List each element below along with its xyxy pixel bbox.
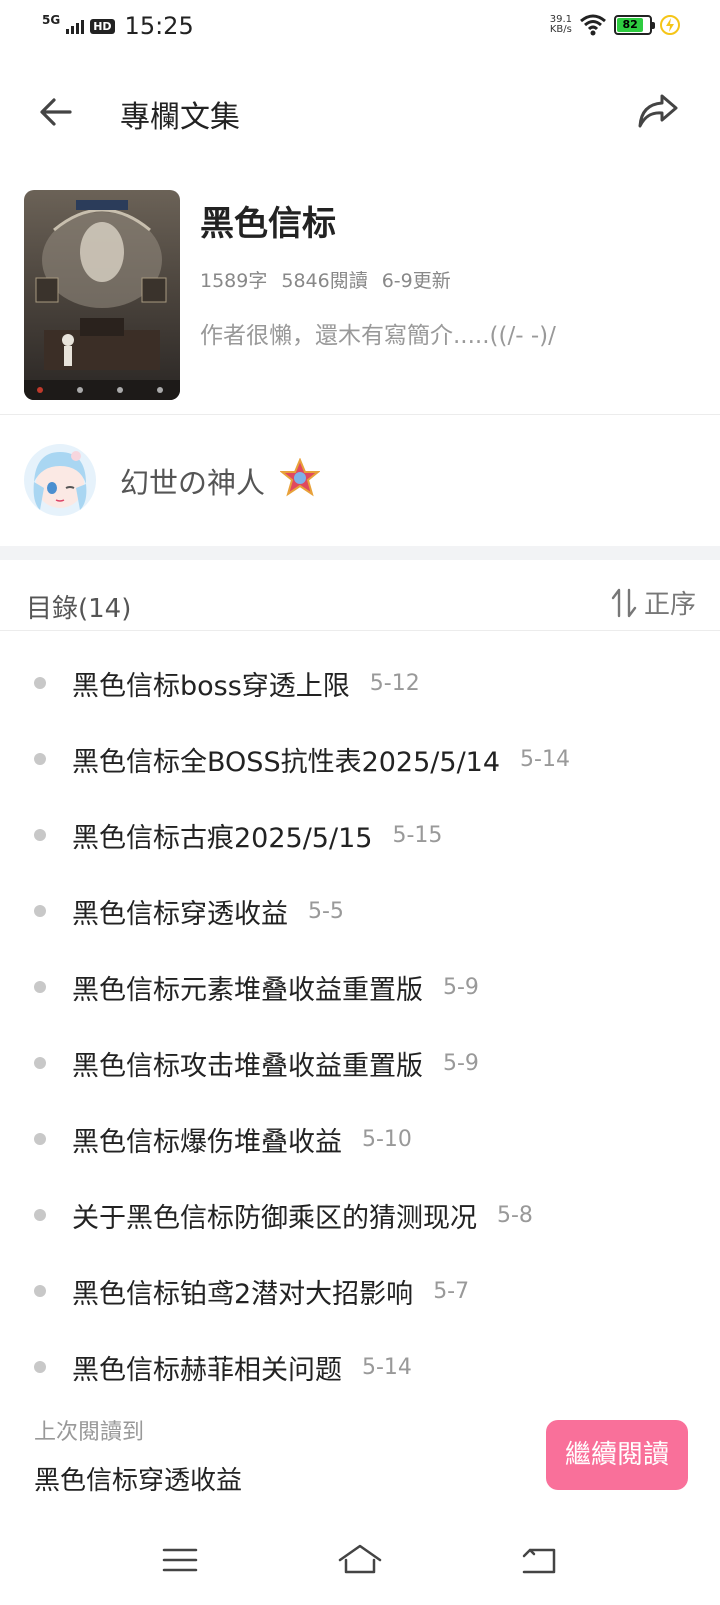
bullet-dot <box>34 1057 46 1069</box>
app-header: 專欄文集 <box>0 72 720 152</box>
charging-icon <box>660 15 680 35</box>
bullet-dot <box>34 677 46 689</box>
article-title: 黑色信标古痕2025/5/15 <box>72 822 373 854</box>
status-right: 39.1 KB/s 82 <box>550 14 680 36</box>
toc-title: 目錄(14) <box>26 594 132 624</box>
list-item[interactable]: 黑色信标铂鸢2潜对大招影响 5-7 <box>0 1253 720 1329</box>
menu-icon[interactable] <box>156 1540 204 1580</box>
update-date: 6-9更新 <box>381 270 451 292</box>
bullet-dot <box>34 829 46 841</box>
book-description: 作者很懶，還木有寫簡介.....((/- -)/ <box>200 323 556 349</box>
resume-article-title[interactable]: 黑色信标穿透收益 <box>34 1460 242 1497</box>
article-date: 5-10 <box>362 1126 412 1152</box>
list-item[interactable]: 黑色信标boss穿透上限 5-12 <box>0 645 720 721</box>
bullet-dot <box>34 1361 46 1373</box>
bullet-dot <box>34 905 46 917</box>
share-icon[interactable] <box>636 90 680 132</box>
list-item[interactable]: 黑色信标元素堆叠收益重置版 5-9 <box>0 949 720 1025</box>
wifi-icon <box>580 14 606 36</box>
article-date: 5-15 <box>392 822 443 848</box>
status-time: 15:25 <box>124 12 194 40</box>
author-row[interactable]: 幻世の神人 <box>24 440 704 520</box>
book-title: 黑色信标 <box>200 204 336 244</box>
list-item[interactable]: 黑色信标赫菲相关问题 5-14 <box>0 1329 720 1405</box>
article-title: 黑色信标boss穿透上限 <box>72 670 350 702</box>
author-badge-icon <box>280 458 320 497</box>
article-title: 黑色信标攻击堆叠收益重置版 <box>72 1050 423 1082</box>
status-left: 5G HD 15:25 <box>42 12 194 40</box>
bullet-dot <box>34 981 46 993</box>
list-item[interactable]: 黑色信标全BOSS抗性表2025/5/14 5-14 <box>0 721 720 797</box>
article-title: 黑色信标穿透收益 <box>72 898 288 930</box>
word-count: 1589字 <box>200 270 268 292</box>
article-title: 黑色信标赫菲相关问题 <box>72 1354 342 1386</box>
bullet-dot <box>34 1209 46 1221</box>
divider <box>0 414 720 415</box>
signal-icon <box>66 18 85 34</box>
toc-header: 目錄(14) 正序 <box>0 570 720 644</box>
bullet-dot <box>34 1285 46 1297</box>
battery-icon: 82 <box>614 15 655 35</box>
article-date: 5-14 <box>362 1354 412 1380</box>
list-item[interactable]: 黑色信标穿透收益 5-5 <box>0 873 720 949</box>
continue-reading-button[interactable]: 繼續閱讀 <box>546 1420 688 1490</box>
resume-label: 上次閱讀到 <box>34 1420 145 1445</box>
bullet-dot <box>34 753 46 765</box>
article-date: 5-9 <box>443 974 479 1000</box>
back-arrow-icon[interactable] <box>36 92 76 132</box>
net-speed: 39.1 KB/s <box>550 15 572 35</box>
list-item[interactable]: 黑色信标爆伤堆叠收益 5-10 <box>0 1101 720 1177</box>
article-title: 黑色信标元素堆叠收益重置版 <box>72 974 423 1006</box>
book-info: 黑色信标 1589字 5846閱讀 6-9更新 作者很懶，還木有寫簡介.....… <box>24 190 704 400</box>
bullet-dot <box>34 1133 46 1145</box>
article-title: 关于黑色信标防御乘区的猜测现况 <box>72 1202 477 1234</box>
toc-list: 黑色信标boss穿透上限 5-12 黑色信标全BOSS抗性表2025/5/14 … <box>0 645 720 1405</box>
network-type: 5G <box>42 13 61 27</box>
article-date: 5-5 <box>308 898 344 924</box>
sort-toggle[interactable]: 正序 <box>610 584 696 621</box>
article-date: 5-8 <box>497 1202 533 1228</box>
hd-icon: HD <box>90 18 115 34</box>
resume-bar: 上次閱讀到 黑色信标穿透收益 繼續閱讀 <box>0 1400 720 1500</box>
author-name[interactable]: 幻世の神人 <box>120 460 265 502</box>
article-date: 5-9 <box>443 1050 479 1076</box>
article-date: 5-12 <box>369 670 420 696</box>
list-item[interactable]: 黑色信标古痕2025/5/15 5-15 <box>0 797 720 873</box>
divider <box>0 630 720 631</box>
article-date: 5-14 <box>520 746 570 772</box>
article-title: 黑色信标爆伤堆叠收益 <box>72 1126 342 1158</box>
list-item[interactable]: 关于黑色信标防御乘区的猜测现况 5-8 <box>0 1177 720 1253</box>
net-speed-unit: KB/s <box>549 24 572 35</box>
article-title: 黑色信标铂鸢2潜对大招影响 <box>72 1278 414 1310</box>
cover-art-image <box>24 190 180 400</box>
back-nav-icon[interactable] <box>516 1540 564 1580</box>
page-title: 專欄文集 <box>120 100 240 135</box>
section-gap <box>0 546 720 560</box>
book-meta: 1589字 5846閱讀 6-9更新 <box>200 266 451 293</box>
home-icon[interactable] <box>336 1540 384 1580</box>
author-avatar[interactable] <box>24 444 96 516</box>
avatar-image <box>24 444 96 516</box>
system-nav-bar <box>0 1530 720 1605</box>
book-cover[interactable] <box>24 190 180 400</box>
article-title: 黑色信标全BOSS抗性表2025/5/14 <box>72 746 501 778</box>
article-date: 5-7 <box>433 1278 470 1304</box>
list-item[interactable]: 黑色信标攻击堆叠收益重置版 5-9 <box>0 1025 720 1101</box>
read-count: 5846閱讀 <box>281 270 368 292</box>
status-bar: 5G HD 15:25 39.1 KB/s 82 <box>0 0 720 56</box>
sort-icon <box>611 588 637 617</box>
sort-label: 正序 <box>643 590 696 620</box>
battery-level: 82 <box>617 18 644 32</box>
